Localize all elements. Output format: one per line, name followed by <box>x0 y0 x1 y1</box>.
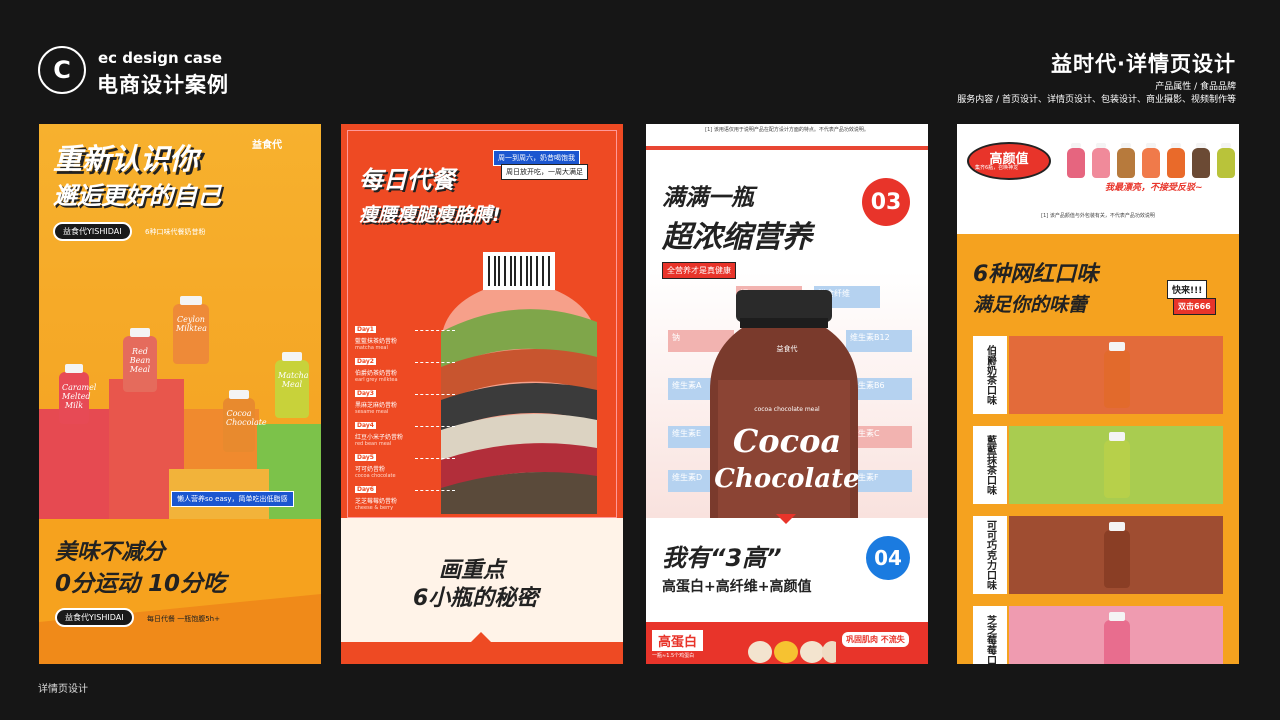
product-bottle: Caramel Melted Milk <box>59 364 96 424</box>
headline: 6种网红口味 <box>973 262 1099 287</box>
product-bottle <box>1192 143 1210 178</box>
subheadline: 瘦腰瘦腿瘦胳膊! <box>359 204 501 226</box>
headline: 每日代餐 <box>359 166 455 194</box>
product-bottle <box>1217 143 1235 178</box>
bottle-subtitle: cocoa chocolate meal <box>754 406 820 413</box>
bottle-label-chocolate: Chocolate <box>714 464 860 494</box>
flavor-photo <box>1009 606 1223 664</box>
arrow-down-icon <box>776 514 796 524</box>
flavor-card: 可可巧克力口味 <box>973 516 1223 594</box>
product-bottle <box>1067 143 1085 178</box>
protein-badge: 高蛋白 <box>652 630 704 651</box>
subheadline: 满足你的味蕾 <box>973 294 1088 316</box>
come-fast-tag: 快来!!! <box>1167 280 1208 299</box>
flavor-card: 伯爵奶茶口味 <box>973 336 1223 414</box>
lazy-nutrition-tag: 懒人营养so easy，简单吃出低脂感 <box>171 491 294 507</box>
brand-logo: 益食代 <box>252 140 282 151</box>
flavor-card: 芝芝莓莓口味 <box>973 606 1223 664</box>
logo-english: ec design case <box>98 49 223 67</box>
display-step <box>39 409 109 524</box>
list-item: Day4 红豆小米子奶昔粉 red bean meal <box>355 412 455 447</box>
caption-line-2: 6小瓶的秘密 <box>413 586 539 611</box>
brand-pill: 益食代YISHIDAI <box>53 222 132 241</box>
list-item: Day5 可可奶昔粉 cocoa chocolate <box>355 444 455 479</box>
three-high-features: 高蛋白+高纤维+高颜值 <box>662 579 812 595</box>
section-number: 04 <box>866 536 910 580</box>
slogan-line-1: 美味不减分 <box>55 540 166 565</box>
red-divider <box>646 146 928 150</box>
eggs-image <box>748 641 836 663</box>
page-title: 益时代·详情页设计 <box>1051 52 1236 76</box>
product-attribute: 产品属性 / 食品品牌 <box>1155 82 1236 92</box>
slogan: 我最漂亮，不接受反驳~ <box>1105 183 1203 193</box>
red-footer-band <box>341 642 623 664</box>
muscle-badge: 巩固肌肉 不流失 <box>842 632 909 647</box>
product-bottle: Cocoa Chocolate <box>223 390 267 452</box>
flavor-card: 藍藍抹茶口味 <box>973 426 1223 504</box>
bottle-label-cocoa: Cocoa <box>732 422 842 460</box>
disclaimer: [1] 该产品颜值与外包装有关，不代表产品功效说明 <box>1041 213 1155 219</box>
product-bottle <box>1167 143 1185 178</box>
product-bottle <box>1104 522 1130 588</box>
product-bottle <box>1142 143 1160 178</box>
double-tap-tag: 双击666 <box>1173 298 1216 315</box>
note-sunday: 周日放开吃，一周大满足 <box>501 164 588 180</box>
product-bottle <box>1117 143 1135 178</box>
detail-page-panel-2: 每日代餐 瘦腰瘦腿瘦胳膊! 周一到周六，奶昔喝饱我 周日放开吃，一周大满足 Da… <box>341 124 623 664</box>
subheadline: 邂逅更好的自己 <box>53 182 221 210</box>
flavor-photo <box>1009 516 1223 594</box>
headline: 重新认识你 <box>53 142 199 176</box>
arrow-up-icon <box>471 632 491 642</box>
brand-pill-bottom: 益食代YISHIDAI <box>55 608 134 627</box>
headline: 满满一瓶 <box>662 185 754 211</box>
disclaimer: [1] 该用语仅用于说明产品在配方设计方面的特点。不代表产品功效说明。 <box>705 127 869 133</box>
detail-page-panel-4: 高颜值 集齐6瓶，召唤神龙 我最漂亮，不接受反驳~ [1] 该产品颜值与外包装有… <box>957 124 1239 664</box>
product-bottle <box>1092 143 1110 178</box>
product-bottle <box>1104 342 1130 408</box>
slogan-line-2: 0分运动 10分吃 <box>55 571 227 597</box>
logo-icon: C <box>38 46 86 94</box>
brand-caption-bottom: 每日代餐 一瓶饱腹5h+ <box>147 615 220 623</box>
day-list: Day1 藍藍抹茶奶昔粉 matcha meal Day2 伯爵奶茶奶昔粉 earl g… <box>355 316 455 511</box>
flavor-photo <box>1009 336 1223 414</box>
detail-page-panel-1: 重新认识你 邂逅更好的自己 益食代 益食代YISHIDAI 6种口味代餐奶昔粉 … <box>39 124 321 664</box>
list-item: Day6 芝芝莓莓奶昔粉 cheese & berry <box>355 476 455 511</box>
logo-chinese: 电商设计案例 <box>97 73 229 97</box>
flavor-photo <box>1009 426 1223 504</box>
product-bottle: Matcha Meal <box>275 352 309 418</box>
footer-caption: 详情页设计 <box>38 684 88 695</box>
nutrition-tag: 全营养才是真健康 <box>662 262 736 279</box>
layered-bottle-illustration <box>441 252 597 514</box>
high-looks-badge: 高颜值 <box>967 142 1051 180</box>
protein-caption: 一瓶≈1.5个鸡蛋白 <box>652 653 695 659</box>
list-item: Day1 藍藍抹茶奶昔粉 matcha meal <box>355 316 455 351</box>
headline-3-high: 我有“3高” <box>662 544 782 572</box>
product-bottle: Ceylon Milktea <box>173 296 209 364</box>
subheadline: 超浓缩营养 <box>662 220 812 255</box>
list-item: Day2 伯爵奶茶奶昔粉 earl grey milktea <box>355 348 455 383</box>
list-item: Day3 黑麻芝麻奶昔粉 sesame meal <box>355 380 455 415</box>
product-bottle: Red Bean Meal <box>123 328 157 392</box>
brand-caption: 6种口味代餐奶昔粉 <box>145 228 206 236</box>
section-number: 03 <box>862 178 910 226</box>
detail-page-panel-3: [1] 该用语仅用于说明产品在配方设计方面的特点。不代表产品功效说明。 满满一瓶… <box>646 124 928 664</box>
badge-caption: 集齐6瓶，召唤神龙 <box>975 165 1019 171</box>
product-bottle <box>1104 612 1130 664</box>
product-bottle <box>1104 432 1130 498</box>
bottle-brand: 益食代 <box>776 345 798 353</box>
service-content: 服务内容 / 首页设计、详情页设计、包装设计、商业摄影、视频制作等 <box>957 95 1236 105</box>
